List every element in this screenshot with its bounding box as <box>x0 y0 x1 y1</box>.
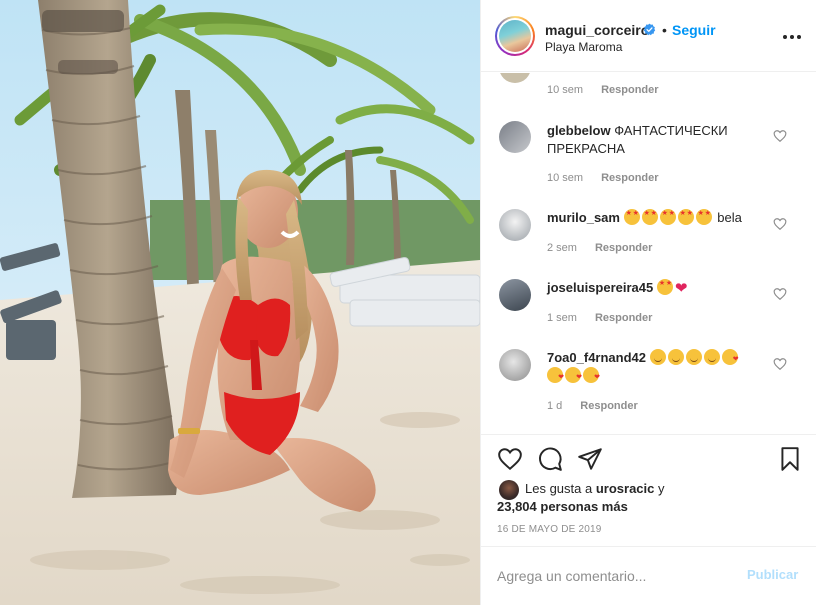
comment-avatar[interactable] <box>499 209 531 241</box>
more-options-icon[interactable] <box>781 26 803 48</box>
comment-username[interactable]: 7oa0_f4rnand42 <box>547 350 646 365</box>
comment-time[interactable]: 1 sem <box>547 312 577 324</box>
comment-avatar[interactable] <box>499 279 531 311</box>
comment-meta: 10 sem Responder <box>547 172 677 184</box>
red-heart-emoji-icon: ❤ <box>674 280 688 297</box>
action-bar <box>481 436 816 482</box>
liker-avatar[interactable] <box>499 480 519 500</box>
like-comment-heart-icon[interactable] <box>773 287 787 301</box>
comment-text: joseluispereira45 ❤ <box>547 279 771 298</box>
avatar-image <box>499 20 531 52</box>
comment-username[interactable]: glebbelow <box>547 123 611 138</box>
likes-username[interactable]: urosracic <box>596 481 655 496</box>
comment-text: 7oa0_f4rnand42 <box>547 349 747 385</box>
comment-meta: 10 sem Responder <box>547 84 677 96</box>
likes-prefix: Les gusta a <box>525 481 593 496</box>
verified-badge-icon <box>643 23 656 36</box>
star-struck-emoji-icon <box>695 209 712 225</box>
like-comment-heart-icon[interactable] <box>773 217 787 231</box>
post-date[interactable]: 16 de mayo de 2019 <box>497 524 602 535</box>
smiling-face-emoji-icon <box>667 349 684 365</box>
comment-time[interactable]: 10 sem <box>547 172 583 184</box>
avatar-border <box>497 18 533 54</box>
comment-avatar[interactable] <box>499 73 531 83</box>
comment-meta: 1 d Responder <box>547 400 656 412</box>
comment-avatar[interactable] <box>499 349 531 381</box>
comment-time[interactable]: 1 d <box>547 400 562 412</box>
like-heart-icon[interactable] <box>497 446 523 472</box>
star-struck-emoji-icon <box>656 279 673 295</box>
likes-count[interactable]: 23,804 personas más <box>497 499 628 514</box>
comment-text: murilo_sam bela <box>547 209 771 227</box>
reply-button[interactable]: Responder <box>601 84 658 96</box>
comment-username[interactable]: joseluispereira45 <box>547 280 653 295</box>
kissing-face-emoji-icon <box>583 367 600 383</box>
star-struck-emoji-icon <box>659 209 676 225</box>
like-comment-heart-icon[interactable] <box>773 129 787 143</box>
star-struck-emoji-icon <box>641 209 658 225</box>
likes-summary: Les gusta a urosracic y <box>525 481 665 496</box>
comments-list[interactable]: 10 sem Responder glebbelow ФАНТАСТИЧЕСКИ … <box>481 73 816 435</box>
comment-time[interactable]: 2 sem <box>547 242 577 254</box>
share-send-icon[interactable] <box>577 446 603 472</box>
beach-photo <box>0 0 480 605</box>
reply-button[interactable]: Responder <box>601 172 658 184</box>
kissing-face-emoji-icon <box>565 367 582 383</box>
reply-button[interactable]: Responder <box>595 242 652 254</box>
avatar[interactable] <box>495 16 535 56</box>
post-header: magui_corceiro • Seguir Playa Maroma <box>481 0 816 72</box>
post-username[interactable]: magui_corceiro <box>545 22 649 38</box>
comment-meta: 2 sem Responder <box>547 242 670 254</box>
likes-suffix: y <box>658 481 665 496</box>
publish-button[interactable]: Publicar <box>747 567 798 582</box>
post-photo[interactable] <box>0 0 480 605</box>
follow-button[interactable]: Seguir <box>672 22 716 38</box>
star-struck-emoji-icon <box>623 209 640 225</box>
add-comment-bar: Publicar <box>481 546 816 605</box>
smiling-face-emoji-icon <box>649 349 666 365</box>
comment-bubble-icon[interactable] <box>537 446 563 472</box>
comment-meta: 1 sem Responder <box>547 312 670 324</box>
add-comment-input[interactable] <box>497 565 727 587</box>
comment-time[interactable]: 10 sem <box>547 84 583 96</box>
post-side-panel: magui_corceiro • Seguir Playa Maroma 10 … <box>480 0 816 605</box>
smiling-face-emoji-icon <box>685 349 702 365</box>
reply-button[interactable]: Responder <box>595 312 652 324</box>
separator-dot: • <box>662 22 667 38</box>
instagram-post: magui_corceiro • Seguir Playa Maroma 10 … <box>0 0 816 605</box>
bookmark-save-icon[interactable] <box>777 446 803 472</box>
like-comment-heart-icon[interactable] <box>773 357 787 371</box>
star-struck-emoji-icon <box>677 209 694 225</box>
kissing-face-emoji-icon <box>721 349 739 365</box>
reply-button[interactable]: Responder <box>580 400 637 412</box>
comment-username[interactable]: murilo_sam <box>547 210 620 225</box>
kissing-face-emoji-icon <box>547 367 564 383</box>
post-location[interactable]: Playa Maroma <box>545 40 622 54</box>
comment-text: glebbelow ФАНТАСТИЧЕСКИ ПРЕКРАСНА <box>547 122 771 158</box>
smiling-face-emoji-icon <box>703 349 720 365</box>
comment-body: bela <box>717 210 742 225</box>
comment-avatar[interactable] <box>499 121 531 153</box>
